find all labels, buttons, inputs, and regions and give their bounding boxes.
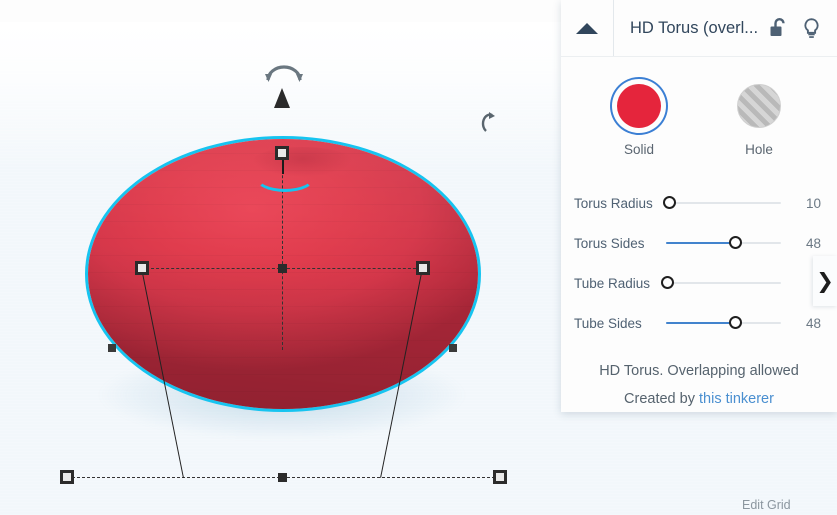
scale-handle-top[interactable] <box>275 146 289 160</box>
slider-row-tube-sides: Tube Sides 48 <box>574 303 821 343</box>
slider-track-torus-radius[interactable] <box>663 193 781 213</box>
lightbulb-icon[interactable] <box>802 17 821 40</box>
inspector-header-icons <box>769 17 837 40</box>
slider-knob-torus-sides[interactable] <box>729 236 742 249</box>
edit-grid-button[interactable]: Edit Grid <box>742 498 791 512</box>
shape-mode-selector: Solid Hole <box>561 57 837 157</box>
hole-swatch-ring <box>732 79 786 133</box>
slider-value-torus-radius[interactable]: 10 <box>787 196 821 211</box>
slider-value-tube-sides[interactable]: 48 <box>787 316 821 331</box>
triangle-up-icon <box>576 22 598 34</box>
mode-label-hole: Hole <box>745 142 773 157</box>
slider-rail <box>666 282 781 284</box>
shape-title: HD Torus (overl... <box>630 18 759 37</box>
slider-fill <box>666 242 735 244</box>
height-handle-arc <box>254 160 316 192</box>
collapse-panel-button[interactable] <box>561 0 614 56</box>
slider-rail <box>666 202 781 204</box>
corner-handle-bottom-left[interactable] <box>108 344 116 352</box>
slider-row-tube-radius: Tube Radius 6 <box>574 263 821 303</box>
scale-handle-left[interactable] <box>135 261 149 275</box>
rotate-handle-top[interactable] <box>264 62 304 84</box>
base-center-handle[interactable] <box>278 473 287 482</box>
slider-row-torus-radius: Torus Radius 10 <box>574 183 821 223</box>
shape-inspector-panel: HD Torus (overl... Solid Hole Torus Radi… <box>561 0 837 412</box>
scale-handle-base-right[interactable] <box>493 470 507 484</box>
tinkerer-link[interactable]: this tinkerer <box>699 391 774 407</box>
slider-value-torus-sides[interactable]: 48 <box>787 236 821 251</box>
slider-knob-tube-radius[interactable] <box>661 276 675 289</box>
rotate-handle-side[interactable] <box>481 111 497 133</box>
slider-label-torus-radius: Torus Radius <box>574 195 653 211</box>
description-text: HD Torus. Overlapping allowed <box>599 363 799 379</box>
scale-handle-right[interactable] <box>416 261 430 275</box>
chevron-right-icon[interactable]: ❯ <box>813 256 837 306</box>
tinkercad-app: Edit Grid HD Torus (overl... Solid Hole … <box>0 0 837 515</box>
shape-description: HD Torus. Overlapping allowed Created by… <box>561 347 837 413</box>
slider-track-torus-sides[interactable] <box>666 233 781 253</box>
mode-label-solid: Solid <box>623 142 655 157</box>
inspector-header: HD Torus (overl... <box>561 0 837 57</box>
slider-row-torus-sides: Torus Sides 48 <box>574 223 821 263</box>
solid-swatch-ring <box>612 79 666 133</box>
slider-label-tube-radius: Tube Radius <box>574 275 651 291</box>
slider-track-tube-radius[interactable] <box>661 273 781 293</box>
description-credit: Created by this tinkerer <box>575 385 823 413</box>
slider-label-torus-sides: Torus Sides <box>574 235 645 251</box>
solid-red-circle-icon <box>617 84 661 128</box>
center-handle[interactable] <box>278 264 287 273</box>
unlocked-padlock-icon[interactable] <box>769 17 788 39</box>
mode-option-hole[interactable]: Hole <box>720 79 798 157</box>
created-by-prefix: Created by <box>624 391 699 407</box>
slider-knob-tube-sides[interactable] <box>729 316 742 329</box>
hatched-gray-circle-icon <box>737 84 781 128</box>
corner-handle-bottom-right[interactable] <box>449 344 457 352</box>
slider-knob-torus-radius[interactable] <box>663 196 677 209</box>
slider-fill <box>666 322 735 324</box>
parameter-sliders: Torus Radius 10 Torus Sides 48 Tube Radi… <box>561 157 837 347</box>
slider-label-tube-sides: Tube Sides <box>574 315 642 331</box>
mode-option-solid[interactable]: Solid <box>600 79 678 157</box>
scale-handle-base-left[interactable] <box>60 470 74 484</box>
slider-track-tube-sides[interactable] <box>666 313 781 333</box>
height-arrow-cone[interactable] <box>274 88 290 108</box>
